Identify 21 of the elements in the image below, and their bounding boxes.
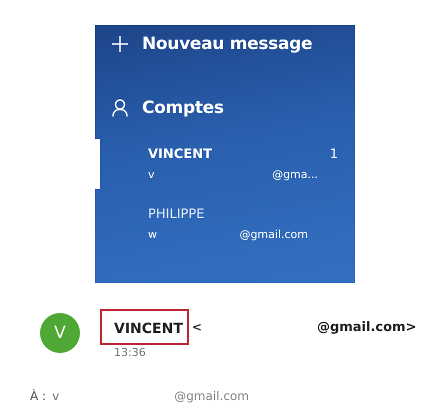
recipient-domain: @gmail.com [174,389,249,403]
account-name: PHILIPPE [148,207,204,222]
account-item[interactable]: PHILIPPE w @gmail.com [95,199,355,249]
message-time: 13:36 [114,346,147,359]
account-domain: @gmail.com [239,228,308,241]
account-item[interactable]: VINCENT 1 v @gma... [95,139,355,189]
menu-item[interactable]: Nouveau message [142,34,312,54]
sender-name: VINCENT [100,309,189,345]
sender-address: @gmail.com> [316,320,416,334]
address-bracket: < [192,320,202,334]
recipient-user: v [52,389,60,403]
recipient-label: À : [30,389,46,403]
person-icon[interactable] [112,99,128,117]
account-user: w [148,228,157,241]
menu-item[interactable]: Comptes [142,98,224,118]
account-domain: @gma... [272,168,318,181]
account-user: v [148,168,155,181]
plus-icon[interactable] [112,36,128,52]
avatar: V [40,313,80,353]
account-name: VINCENT [148,147,212,162]
unread-count: 1 [330,147,338,162]
